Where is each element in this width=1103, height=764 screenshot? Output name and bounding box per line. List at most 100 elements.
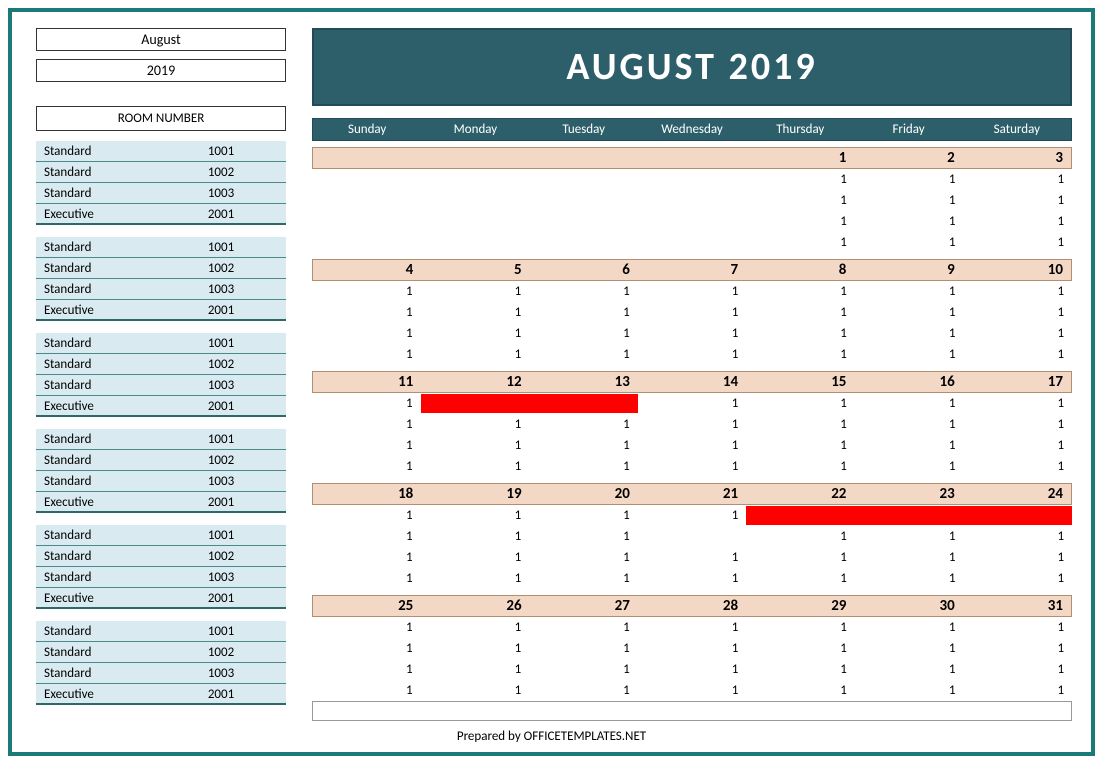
availability-cell[interactable]: 1 bbox=[638, 344, 747, 365]
availability-cell[interactable]: 1 bbox=[421, 526, 530, 547]
availability-cell[interactable]: 1 bbox=[529, 680, 638, 701]
availability-cell[interactable]: 1 bbox=[963, 526, 1072, 547]
availability-cell[interactable]: 1 bbox=[855, 435, 964, 456]
availability-cell[interactable]: 1 bbox=[963, 547, 1072, 568]
availability-cell[interactable]: 1 bbox=[312, 302, 421, 323]
availability-cell[interactable]: 1 bbox=[963, 456, 1072, 477]
availability-cell[interactable] bbox=[638, 232, 747, 253]
availability-cell[interactable] bbox=[312, 211, 421, 232]
availability-cell[interactable] bbox=[638, 169, 747, 190]
availability-cell[interactable]: 1 bbox=[855, 302, 964, 323]
availability-cell[interactable]: 1 bbox=[529, 659, 638, 680]
availability-cell[interactable]: 1 bbox=[855, 638, 964, 659]
availability-cell[interactable]: 1 bbox=[855, 617, 964, 638]
availability-cell[interactable]: 1 bbox=[963, 393, 1072, 414]
availability-cell[interactable]: 1 bbox=[529, 281, 638, 302]
date-cell[interactable]: 29 bbox=[746, 596, 854, 616]
availability-cell[interactable] bbox=[421, 211, 530, 232]
availability-cell[interactable]: 1 bbox=[638, 435, 747, 456]
availability-cell[interactable]: 1 bbox=[638, 323, 747, 344]
availability-cell[interactable]: 1 bbox=[638, 505, 747, 526]
availability-cell[interactable]: 1 bbox=[421, 456, 530, 477]
date-cell[interactable]: 31 bbox=[963, 596, 1071, 616]
availability-cell[interactable]: 1 bbox=[963, 190, 1072, 211]
availability-cell[interactable]: 1 bbox=[855, 232, 964, 253]
availability-cell[interactable]: 1 bbox=[746, 435, 855, 456]
availability-cell[interactable]: 1 bbox=[312, 638, 421, 659]
date-cell[interactable]: 8 bbox=[746, 260, 854, 280]
availability-cell[interactable]: 1 bbox=[421, 414, 530, 435]
availability-cell[interactable]: 1 bbox=[855, 344, 964, 365]
availability-cell[interactable]: 1 bbox=[312, 393, 421, 414]
availability-cell[interactable] bbox=[963, 505, 1072, 526]
availability-cell[interactable] bbox=[529, 232, 638, 253]
date-cell[interactable] bbox=[421, 148, 529, 168]
date-cell[interactable]: 1 bbox=[746, 148, 854, 168]
availability-cell[interactable]: 1 bbox=[855, 568, 964, 589]
availability-cell[interactable]: 1 bbox=[746, 211, 855, 232]
date-cell[interactable]: 13 bbox=[530, 372, 638, 392]
availability-cell[interactable]: 1 bbox=[855, 547, 964, 568]
availability-cell[interactable] bbox=[855, 505, 964, 526]
availability-cell[interactable]: 1 bbox=[746, 281, 855, 302]
date-cell[interactable]: 9 bbox=[854, 260, 962, 280]
availability-cell[interactable]: 1 bbox=[421, 638, 530, 659]
availability-cell[interactable]: 1 bbox=[746, 659, 855, 680]
date-cell[interactable]: 3 bbox=[963, 148, 1071, 168]
availability-cell[interactable]: 1 bbox=[855, 281, 964, 302]
availability-cell[interactable] bbox=[421, 232, 530, 253]
availability-cell[interactable] bbox=[312, 169, 421, 190]
date-cell[interactable]: 4 bbox=[313, 260, 421, 280]
availability-cell[interactable]: 1 bbox=[855, 211, 964, 232]
availability-cell[interactable] bbox=[312, 232, 421, 253]
availability-cell[interactable]: 1 bbox=[421, 505, 530, 526]
availability-cell[interactable]: 1 bbox=[529, 302, 638, 323]
availability-cell[interactable] bbox=[529, 211, 638, 232]
availability-cell[interactable]: 1 bbox=[746, 547, 855, 568]
date-cell[interactable]: 22 bbox=[746, 484, 854, 504]
date-cell[interactable]: 28 bbox=[638, 596, 746, 616]
availability-cell[interactable]: 1 bbox=[529, 414, 638, 435]
date-cell[interactable]: 12 bbox=[421, 372, 529, 392]
availability-cell[interactable]: 1 bbox=[638, 414, 747, 435]
availability-cell[interactable]: 1 bbox=[312, 659, 421, 680]
availability-cell[interactable]: 1 bbox=[638, 680, 747, 701]
availability-cell[interactable] bbox=[421, 393, 530, 414]
availability-cell[interactable]: 1 bbox=[312, 547, 421, 568]
availability-cell[interactable]: 1 bbox=[855, 414, 964, 435]
availability-cell[interactable]: 1 bbox=[638, 281, 747, 302]
availability-cell[interactable] bbox=[421, 169, 530, 190]
availability-cell[interactable]: 1 bbox=[855, 526, 964, 547]
availability-cell[interactable]: 1 bbox=[963, 323, 1072, 344]
date-cell[interactable]: 23 bbox=[854, 484, 962, 504]
availability-cell[interactable]: 1 bbox=[312, 281, 421, 302]
availability-cell[interactable]: 1 bbox=[312, 344, 421, 365]
availability-cell[interactable]: 1 bbox=[746, 169, 855, 190]
availability-cell[interactable]: 1 bbox=[312, 526, 421, 547]
availability-cell[interactable]: 1 bbox=[746, 232, 855, 253]
availability-cell[interactable]: 1 bbox=[963, 680, 1072, 701]
availability-cell[interactable]: 1 bbox=[312, 456, 421, 477]
availability-cell[interactable]: 1 bbox=[421, 435, 530, 456]
availability-cell[interactable] bbox=[529, 393, 638, 414]
date-cell[interactable]: 25 bbox=[313, 596, 421, 616]
availability-cell[interactable] bbox=[638, 211, 747, 232]
availability-cell[interactable]: 1 bbox=[963, 232, 1072, 253]
date-cell[interactable] bbox=[638, 148, 746, 168]
availability-cell[interactable]: 1 bbox=[421, 568, 530, 589]
availability-cell[interactable] bbox=[421, 190, 530, 211]
date-cell[interactable]: 19 bbox=[421, 484, 529, 504]
availability-cell[interactable] bbox=[529, 169, 638, 190]
date-cell[interactable]: 18 bbox=[313, 484, 421, 504]
date-cell[interactable]: 11 bbox=[313, 372, 421, 392]
availability-cell[interactable]: 1 bbox=[963, 344, 1072, 365]
date-cell[interactable]: 27 bbox=[530, 596, 638, 616]
date-cell[interactable]: 17 bbox=[963, 372, 1071, 392]
date-cell[interactable]: 15 bbox=[746, 372, 854, 392]
date-cell[interactable]: 5 bbox=[421, 260, 529, 280]
availability-cell[interactable]: 1 bbox=[746, 414, 855, 435]
availability-cell[interactable]: 1 bbox=[963, 169, 1072, 190]
availability-cell[interactable]: 1 bbox=[529, 323, 638, 344]
availability-cell[interactable]: 1 bbox=[746, 393, 855, 414]
availability-cell[interactable]: 1 bbox=[529, 344, 638, 365]
